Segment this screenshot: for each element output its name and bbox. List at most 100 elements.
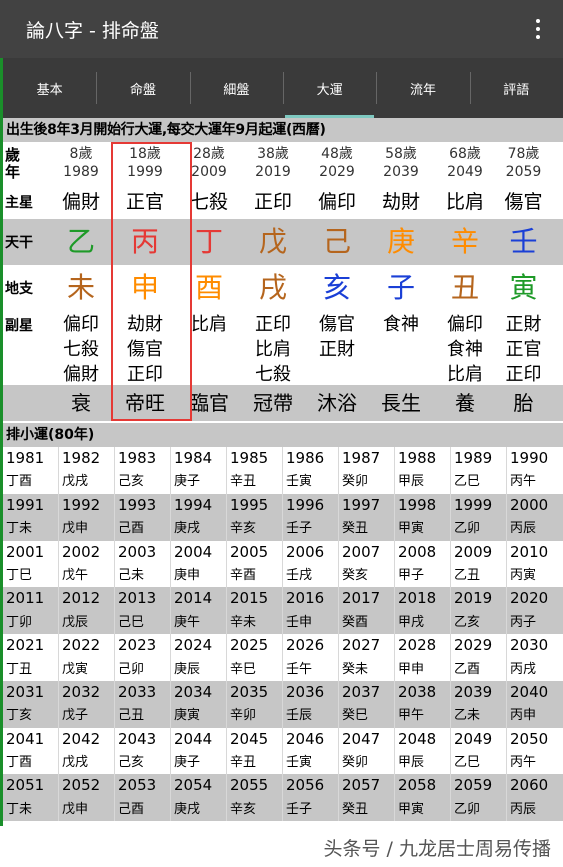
mini-luck-ganzhi: 戊戌	[59, 470, 115, 494]
mini-luck-year: 2028	[395, 634, 451, 658]
mini-luck-ganzhi: 戊戌	[59, 751, 115, 775]
mini-luck-ganzhi: 甲戌	[395, 610, 451, 635]
mini-luck-year: 2004	[171, 540, 227, 564]
mini-luck-year: 2058	[395, 774, 451, 798]
mini-luck-year: 2040	[510, 682, 549, 701]
mini-luck-year: 1988	[395, 447, 451, 471]
life-stage: 帝旺	[125, 391, 165, 415]
life-stage: 冠帶	[253, 391, 293, 415]
tab-detail[interactable]: 細盤	[189, 58, 283, 118]
tab-basic[interactable]: 基本	[3, 58, 96, 118]
mini-luck-year: 1984	[171, 447, 227, 471]
life-stage: 臨官	[189, 391, 229, 415]
mini-luck-ganzhi: 己未	[115, 563, 171, 588]
mini-luck-year: 1986	[283, 447, 339, 471]
hidden-stars: 傷官 正財	[319, 314, 355, 360]
hidden-stars: 劫財 傷官 正印	[127, 314, 163, 385]
mini-luck-ganzhi: 丙寅	[510, 567, 537, 583]
mini-luck-year: 2000	[510, 495, 549, 514]
mini-luck-year-row: 2001 2002 2003 2004 2005 2006 2007 2008 2009 2010	[3, 540, 563, 564]
mini-luck-ganzhi: 甲午	[395, 704, 451, 728]
pillar-age-year: 38歲 2019	[255, 146, 291, 180]
mini-luck-year: 2019	[451, 587, 507, 611]
main-star: 七殺	[189, 191, 228, 213]
main-star: 正官	[125, 191, 164, 213]
mini-luck-year: 1990	[510, 449, 549, 467]
mini-luck-year: 1994	[171, 493, 227, 518]
earthly-branch: 寅	[509, 271, 538, 304]
tab-comments[interactable]: 評語	[469, 58, 563, 118]
mini-luck-ganzhi: 丙辰	[510, 521, 537, 537]
earthly-branch: 丑	[450, 271, 479, 304]
mini-luck-ganzhi: 甲辰	[395, 470, 451, 494]
mini-luck-ganzhi: 庚子	[171, 751, 227, 775]
mini-luck-year: 2057	[339, 774, 395, 798]
mini-luck-ganzhi: 辛未	[227, 610, 283, 635]
mini-luck-ganzhi: 癸巳	[339, 704, 395, 728]
earthly-branch: 戌	[258, 271, 287, 304]
age-year-row: 歲 年 8歲 1989 18歲 1999 28歲 2009 38歲 2019 48歲 20…	[3, 142, 563, 185]
mini-luck-year-row: 2051 2052 2053 2054 2055 2056 2057 2058 2059 2060	[3, 774, 563, 798]
pillar-age-year: 78歲 2059	[505, 146, 542, 180]
tab-annual[interactable]: 流年	[376, 58, 469, 118]
mini-luck-year: 2053	[115, 774, 171, 798]
life-stage-row: 衰 帝旺 臨官 冠帶 沐浴 長生 養 胎	[3, 385, 563, 421]
luck-start-notice: 出生後8年3月開始行大運,每交大運年9月起運(西曆)	[3, 118, 563, 142]
mini-luck-ganzhi: 乙巳	[451, 470, 507, 494]
mini-luck-ganzhi: 己酉	[115, 517, 171, 541]
mini-luck-year: 2032	[59, 680, 115, 705]
hidden-label: 副星	[5, 318, 33, 334]
mini-luck-year: 2034	[171, 680, 227, 705]
mini-luck-year: 1983	[115, 447, 171, 471]
mini-luck-ganzhi: 庚辰	[171, 657, 227, 681]
mini-luck-ganzhi: 癸丑	[339, 797, 395, 822]
mini-luck-ganzhi: 壬申	[283, 610, 339, 635]
hidden-stars: 食神	[383, 314, 419, 335]
mini-luck-ganzhi: 己丑	[115, 704, 171, 728]
earthly-branch: 未	[66, 271, 95, 304]
mini-luck-ganzhi: 乙未	[451, 704, 507, 728]
mini-luck-year: 2011	[3, 587, 59, 611]
app-title: 論八字 - 排命盤	[26, 20, 159, 42]
mini-luck-ganzhi-row: 丁卯 戊辰 己巳 庚午 辛未 壬申 癸酉 甲戌 乙亥 丙子	[3, 610, 563, 635]
mini-luck-ganzhi: 己卯	[115, 657, 171, 681]
mini-luck-ganzhi: 庚午	[171, 610, 227, 635]
mini-luck-year: 2060	[510, 776, 549, 795]
mini-luck-ganzhi: 乙卯	[451, 797, 507, 822]
mini-luck-year: 2050	[510, 729, 549, 748]
mini-luck-ganzhi-row: 丁丑 戊寅 己卯 庚辰 辛巳 壬午 癸未 甲申 乙酉 丙戌	[3, 657, 563, 681]
hidden-stars: 比肩	[191, 314, 227, 335]
mini-luck-ganzhi: 己巳	[115, 610, 171, 635]
hidden-stars: 偏印 食神 比肩	[447, 314, 483, 385]
earthly-branch: 亥	[322, 271, 351, 304]
main-star: 劫財	[381, 191, 420, 213]
mini-luck-ganzhi-row: 丁未 戊申 己酉 庚戌 辛亥 壬子 癸丑 甲寅 乙卯 丙辰	[3, 797, 563, 822]
mini-luck-year: 2056	[283, 774, 339, 798]
mini-luck-year: 2042	[59, 727, 115, 752]
mini-luck-ganzhi: 庚申	[171, 563, 227, 588]
mini-luck-year: 2007	[339, 540, 395, 564]
stage-label-empty	[3, 385, 49, 421]
mini-luck-ganzhi: 壬辰	[283, 704, 339, 728]
mini-luck-year: 2005	[227, 540, 283, 564]
tab-major-luck[interactable]: 大運	[282, 58, 376, 118]
earthly-branch: 子	[386, 271, 415, 304]
main-star: 偏印	[317, 191, 356, 213]
mini-luck-year: 2021	[3, 634, 59, 658]
tab-chart[interactable]: 命盤	[96, 58, 189, 118]
mini-luck-ganzhi: 辛卯	[227, 704, 283, 728]
mini-luck-year: 2024	[171, 634, 227, 658]
mini-luck-year: 1991	[3, 493, 59, 518]
mini-luck-ganzhi: 丁未	[3, 797, 59, 822]
mini-luck-ganzhi: 戊寅	[59, 657, 115, 681]
mini-luck-year: 2025	[227, 634, 283, 658]
mini-luck-ganzhi: 庚寅	[171, 704, 227, 728]
mini-luck-year: 1996	[283, 493, 339, 518]
age-label: 歲	[5, 145, 21, 164]
heavenly-stem: 庚	[386, 225, 415, 258]
year-label: 年	[5, 162, 21, 181]
mini-luck-year: 1981	[3, 447, 59, 471]
mini-luck-year: 2016	[283, 587, 339, 611]
more-options-icon[interactable]	[523, 12, 553, 46]
mini-luck-year: 2018	[395, 587, 451, 611]
